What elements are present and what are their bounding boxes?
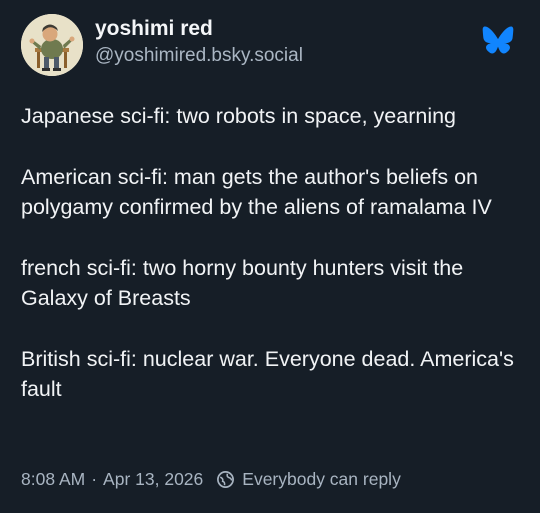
post-paragraph: British sci-fi: nuclear war. Everyone de…	[21, 347, 514, 401]
post-header: yoshimi red @yoshimired.bsky.social	[21, 14, 520, 78]
avatar-illustration-icon	[21, 14, 83, 76]
post-card: yoshimi red @yoshimired.bsky.social Japa…	[0, 0, 540, 513]
author-handle[interactable]: @yoshimired.bsky.social	[95, 43, 303, 69]
author-names: yoshimi red @yoshimired.bsky.social	[95, 14, 303, 69]
post-paragraph: Japanese sci-fi: two robots in space, ye…	[21, 104, 457, 128]
butterfly-icon[interactable]	[482, 26, 514, 54]
post-meta: 8:08 AM · Apr 13, 2026 Everybody can rep…	[21, 467, 401, 491]
post-time[interactable]: 8:08 AM	[21, 467, 85, 491]
display-name[interactable]: yoshimi red	[95, 16, 303, 42]
meta-separator: ·	[91, 469, 98, 489]
reply-setting[interactable]: Everybody can reply	[242, 467, 401, 491]
post-paragraph: french sci-fi: two horny bounty hunters …	[21, 256, 464, 310]
globe-reply-icon	[216, 470, 235, 489]
post-date[interactable]: Apr 13, 2026	[103, 467, 203, 491]
post-body: Japanese sci-fi: two robots in space, ye…	[21, 101, 520, 404]
post-paragraph: American sci-fi: man gets the author's b…	[21, 165, 492, 219]
avatar[interactable]	[21, 14, 83, 76]
